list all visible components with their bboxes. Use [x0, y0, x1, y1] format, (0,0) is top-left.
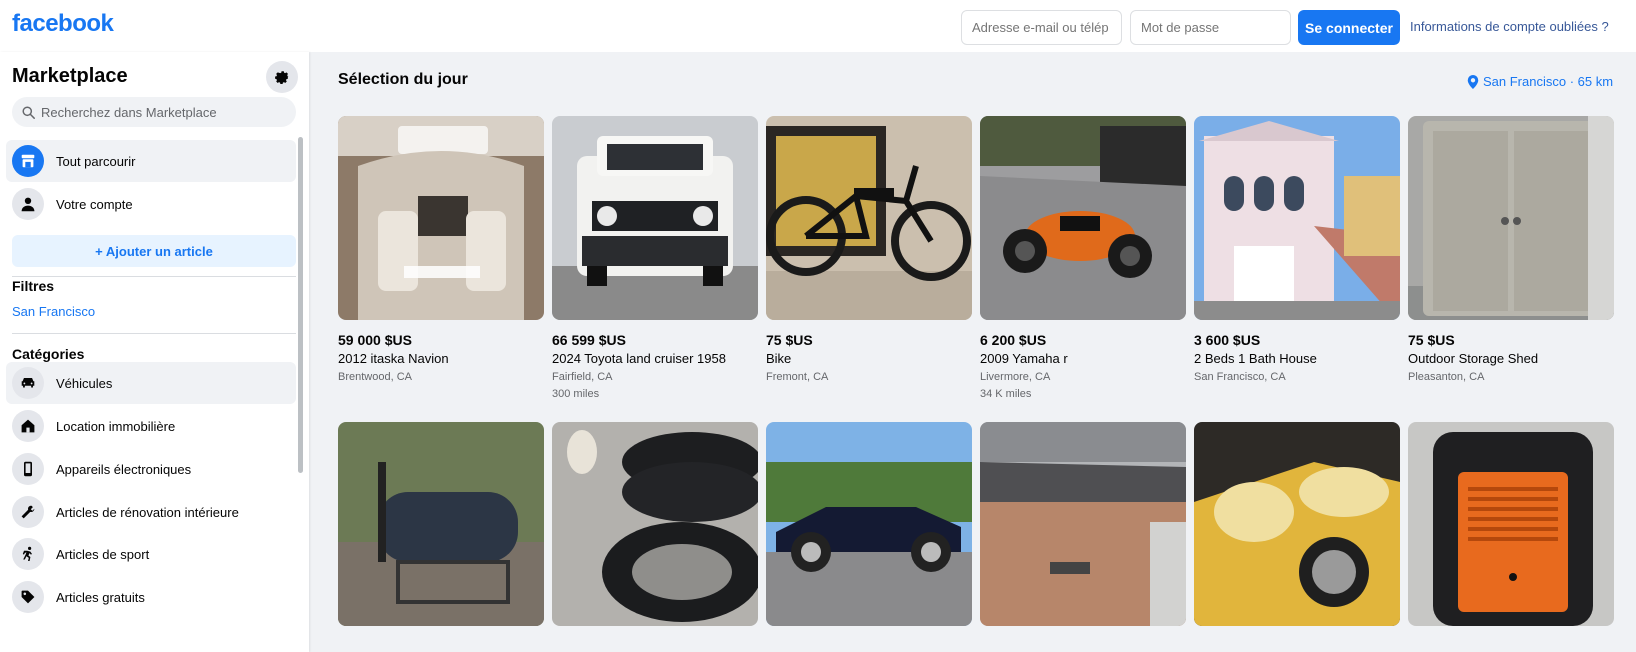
- listing-image[interactable]: [980, 116, 1186, 320]
- listing-image[interactable]: [1408, 422, 1614, 626]
- settings-button[interactable]: [266, 61, 298, 93]
- location-filter[interactable]: San Francisco · 65 km: [1467, 74, 1613, 89]
- tag-icon: [12, 581, 44, 613]
- listing-location: San Francisco, CA: [1194, 371, 1286, 383]
- top-bar: facebook Se connecter Informations de co…: [0, 0, 1636, 52]
- sidebar-title: Marketplace: [12, 65, 128, 87]
- category-real-estate[interactable]: Location immobilière: [6, 405, 296, 447]
- nav-item-your-account[interactable]: Votre compte: [6, 183, 296, 225]
- forgot-account-link[interactable]: Informations de compte oubliées ?: [1410, 19, 1609, 34]
- listing-price: 75 $US: [1408, 332, 1455, 348]
- listing-price: 3 600 $US: [1194, 332, 1261, 348]
- category-label: Articles de sport: [56, 546, 150, 562]
- listing-card[interactable]: 66 599 $US 2024 Toyota land cruiser 1958…: [552, 116, 758, 400]
- search-icon: [22, 105, 35, 119]
- location-pin-icon: [1467, 74, 1479, 89]
- category-home-improvement[interactable]: Articles de rénovation intérieure: [6, 491, 296, 533]
- category-label: Articles gratuits: [56, 589, 145, 605]
- category-vehicles[interactable]: Véhicules: [6, 362, 296, 404]
- categories-heading: Catégories: [12, 346, 85, 362]
- listing-card[interactable]: 3 600 $US 2 Beds 1 Bath House San Franci…: [1194, 116, 1400, 383]
- listing-title: Bike: [766, 351, 792, 366]
- listing-card[interactable]: [552, 422, 758, 626]
- sidebar-scrollbar[interactable]: [298, 137, 303, 473]
- house-icon: [12, 410, 44, 442]
- listing-title: Outdoor Storage Shed: [1408, 351, 1539, 366]
- listing-card[interactable]: [1194, 422, 1400, 626]
- listing-image[interactable]: [338, 116, 544, 320]
- email-field[interactable]: [961, 10, 1122, 45]
- listing-title: 2024 Toyota land cruiser 1958: [552, 351, 726, 366]
- nav-label: Votre compte: [56, 196, 133, 212]
- listing-image[interactable]: [1408, 116, 1614, 320]
- gear-icon: [275, 71, 290, 85]
- listing-card[interactable]: 75 $US Bike Fremont, CA: [766, 116, 972, 383]
- listing-location: Pleasanton, CA: [1408, 371, 1485, 383]
- password-field[interactable]: [1130, 10, 1291, 45]
- listing-image[interactable]: [980, 422, 1186, 626]
- add-listing-button[interactable]: + Ajouter un article: [12, 235, 296, 267]
- listing-image[interactable]: [766, 422, 972, 626]
- listing-price: 59 000 $US: [338, 332, 412, 348]
- runner-icon: [12, 538, 44, 570]
- listing-title: 2012 itaska Navion: [338, 351, 449, 366]
- listing-title: 2009 Yamaha r: [980, 351, 1068, 366]
- listing-card[interactable]: [766, 422, 972, 626]
- filters-heading: Filtres: [12, 278, 55, 294]
- nav-item-browse-all[interactable]: Tout parcourir: [6, 140, 296, 182]
- marketplace-search[interactable]: [12, 97, 296, 127]
- sidebar: Marketplace Tout parcourir Votre compte …: [0, 52, 309, 652]
- listing-image[interactable]: [552, 116, 758, 320]
- listing-card[interactable]: 75 $US Outdoor Storage Shed Pleasanton, …: [1408, 116, 1614, 383]
- category-label: Location immobilière: [56, 418, 176, 434]
- car-icon: [12, 367, 44, 399]
- listing-location: Livermore, CA: [980, 371, 1051, 383]
- listing-location: Brentwood, CA: [338, 371, 412, 383]
- listing-mileage: 34 K miles: [980, 388, 1032, 400]
- listing-image[interactable]: [1194, 422, 1400, 626]
- category-label: Appareils électroniques: [56, 461, 192, 477]
- listing-price: 75 $US: [766, 332, 813, 348]
- listing-image[interactable]: [1194, 116, 1400, 320]
- listing-price: 66 599 $US: [552, 332, 626, 348]
- listing-mileage: 300 miles: [552, 388, 600, 400]
- listing-location: Fremont, CA: [766, 371, 829, 383]
- wrench-icon: [12, 496, 44, 528]
- phone-icon: [12, 453, 44, 485]
- listing-image[interactable]: [552, 422, 758, 626]
- listing-image[interactable]: [338, 422, 544, 626]
- listing-price: 6 200 $US: [980, 332, 1047, 348]
- facebook-logo[interactable]: facebook: [12, 10, 114, 38]
- divider: [12, 276, 296, 277]
- category-label: Articles de rénovation intérieure: [56, 504, 239, 520]
- category-sports[interactable]: Articles de sport: [6, 533, 296, 575]
- listing-location: Fairfield, CA: [552, 371, 613, 383]
- person-icon: [12, 188, 44, 220]
- category-electronics[interactable]: Appareils électroniques: [6, 448, 296, 490]
- listing-card[interactable]: [980, 422, 1186, 626]
- listing-card[interactable]: [338, 422, 544, 626]
- category-free-stuff[interactable]: Articles gratuits: [6, 576, 296, 618]
- divider: [12, 333, 296, 334]
- search-input[interactable]: [41, 104, 281, 120]
- category-label: Véhicules: [56, 375, 113, 391]
- page-title: Sélection du jour: [338, 71, 468, 88]
- listing-card[interactable]: 6 200 $US 2009 Yamaha r Livermore, CA 34…: [980, 116, 1186, 400]
- listing-image[interactable]: [766, 116, 972, 320]
- filter-location-link[interactable]: San Francisco: [12, 304, 95, 319]
- nav-label: Tout parcourir: [56, 153, 136, 169]
- login-button[interactable]: Se connecter: [1298, 10, 1400, 45]
- listing-card[interactable]: [1408, 422, 1614, 626]
- storefront-icon: [12, 145, 44, 177]
- listing-card[interactable]: 59 000 $US 2012 itaska Navion Brentwood,…: [338, 116, 544, 383]
- location-label: San Francisco · 65 km: [1483, 74, 1614, 89]
- listing-title: 2 Beds 1 Bath House: [1194, 351, 1317, 366]
